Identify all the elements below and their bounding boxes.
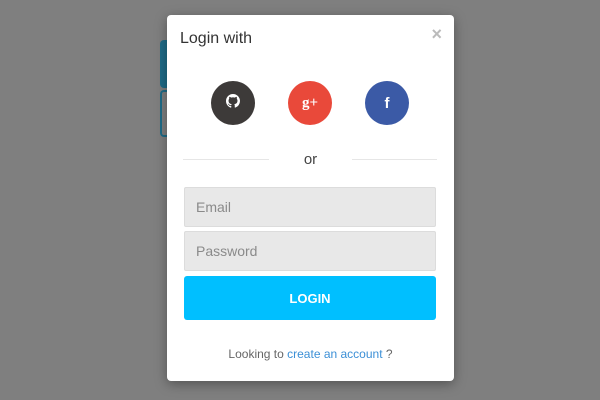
create-account-link[interactable]: create an account (287, 347, 382, 361)
signup-prompt-prefix: Looking to (228, 347, 288, 361)
password-field[interactable] (184, 231, 436, 271)
divider-line-right (352, 159, 437, 160)
login-button[interactable]: LOGIN (184, 276, 436, 320)
signup-prompt-suffix: ? (382, 347, 393, 361)
email-field[interactable] (184, 187, 436, 227)
google-plus-icon: g+ (301, 94, 319, 111)
facebook-icon: f (384, 94, 390, 112)
facebook-login-button[interactable]: f (365, 81, 409, 125)
google-plus-login-button[interactable]: g+ (288, 81, 332, 125)
github-icon (226, 93, 240, 113)
modal-title: Login with (180, 30, 253, 47)
login-modal: Login with × g+ f or LOGIN Looking to cr… (167, 15, 454, 381)
github-login-button[interactable] (211, 81, 255, 125)
signup-prompt: Looking to create an account ? (167, 347, 454, 361)
close-button[interactable]: × (431, 25, 442, 43)
